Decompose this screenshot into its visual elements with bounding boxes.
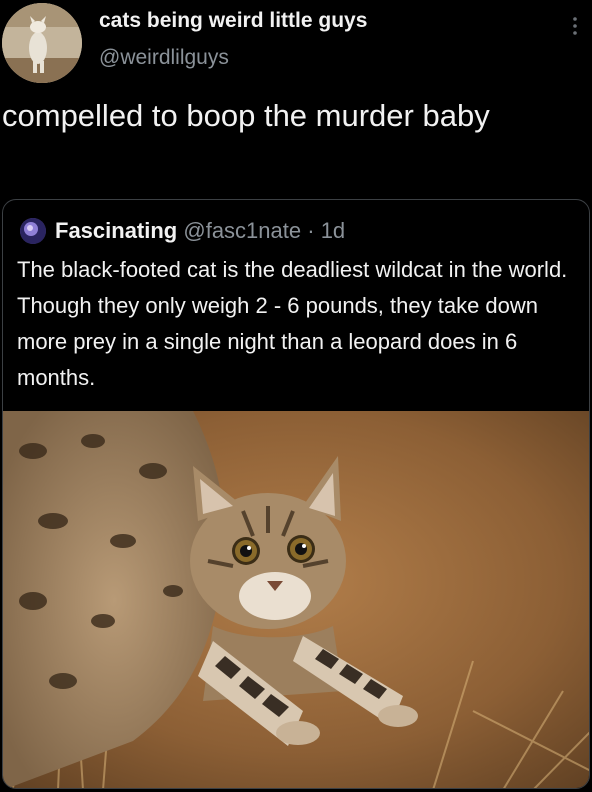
quoted-media-image[interactable] — [3, 411, 589, 788]
tweet-header: cats being weird little guys @weirdlilgu… — [0, 0, 592, 95]
quoted-tweet-meta: Fascinating @fasc1nate · 1d — [55, 218, 345, 244]
quoted-tweet-card[interactable]: Fascinating @fasc1nate · 1d The black-fo… — [2, 199, 590, 789]
quoted-timestamp[interactable]: 1d — [321, 218, 345, 243]
user-avatar[interactable] — [2, 3, 82, 83]
quoted-user-handle[interactable]: @fasc1nate — [183, 218, 301, 243]
quoted-user-avatar[interactable] — [20, 218, 46, 244]
quoted-display-name[interactable]: Fascinating — [55, 218, 177, 243]
tweet-text: compelled to boop the murder baby — [2, 98, 490, 133]
quoted-tweet-text: The black-footed cat is the deadliest wi… — [17, 257, 568, 390]
more-vertical-icon[interactable] — [565, 14, 585, 40]
avatar-cat-image — [2, 3, 82, 83]
cat-photo — [3, 411, 589, 788]
user-handle[interactable]: @weirdlilguys — [99, 46, 229, 70]
display-name[interactable]: cats being weird little guys — [99, 9, 367, 33]
meta-separator: · — [307, 218, 315, 243]
